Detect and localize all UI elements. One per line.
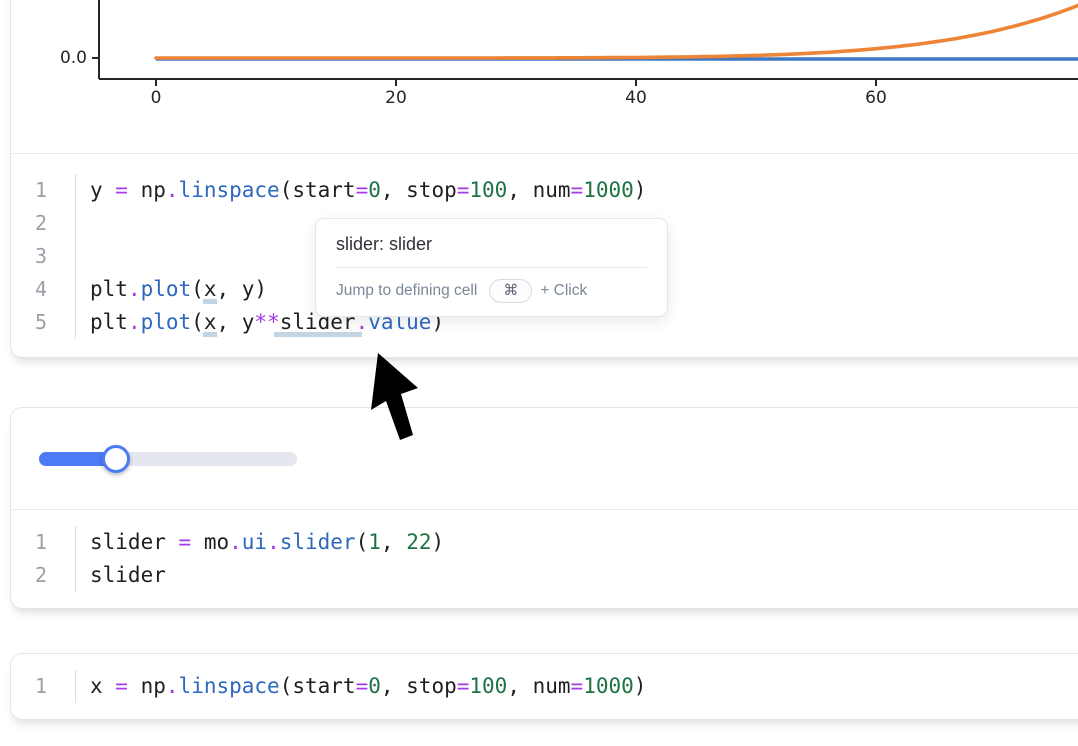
code-token: slider: [90, 530, 179, 554]
tooltip-click-suffix: + Click: [540, 282, 587, 300]
matplotlib-output: 0 20 40 60 0.0: [11, 0, 1078, 154]
code-token: =: [179, 530, 192, 554]
code-token: ): [634, 674, 647, 698]
code-token: np: [128, 178, 166, 202]
code-token: =: [115, 178, 128, 202]
command-key-badge: ⌘: [489, 279, 532, 303]
code-editor[interactable]: 12 slider = mo.ui.slider(1, 22)slider: [11, 510, 1078, 608]
line-number: 1: [11, 526, 47, 559]
tooltip-action-label: Jump to defining cell: [336, 282, 477, 300]
code-token: np: [128, 674, 166, 698]
line-number: 2: [11, 559, 47, 592]
matplotlib-plot: 0 20 40 60 0.0: [11, 0, 1078, 154]
code-token: **: [254, 310, 279, 334]
code-token: (: [356, 530, 369, 554]
code-token: 100: [469, 674, 507, 698]
code-token: , y: [216, 310, 254, 334]
code-token: .: [229, 530, 242, 554]
code-token: 100: [469, 178, 507, 202]
code-token: ,: [381, 530, 406, 554]
code-token: .: [128, 277, 141, 301]
slider-output: [11, 408, 1078, 510]
code-token: slider: [90, 563, 166, 587]
notebook-cell-x: 1 x = np.linspace(start=0, stop=100, num…: [10, 653, 1078, 720]
code-token: plt: [90, 310, 128, 334]
code-token: 0: [368, 178, 381, 202]
code-token: ): [431, 530, 444, 554]
code-line[interactable]: y = np.linspace(start=0, stop=100, num=1…: [90, 174, 646, 207]
code-token: plt: [90, 277, 128, 301]
line-number: 1: [11, 174, 47, 207]
y-tick-label: 0.0: [60, 48, 87, 68]
code-token: , y): [216, 277, 267, 301]
line-number: 2: [11, 207, 47, 240]
x-tick-label: 40: [625, 88, 647, 108]
code-content[interactable]: slider = mo.ui.slider(1, 22)slider: [75, 526, 444, 592]
mouse-cursor-icon: [360, 344, 424, 448]
code-content[interactable]: x = np.linspace(start=0, stop=100, num=1…: [75, 670, 646, 703]
x-tick-label: 20: [385, 88, 407, 108]
code-token: mo: [191, 530, 229, 554]
slider-handle[interactable]: [102, 445, 130, 473]
slider-track[interactable]: [39, 452, 297, 466]
code-token: plot: [141, 277, 192, 301]
code-token: slider: [280, 530, 356, 554]
code-token: =: [457, 178, 470, 202]
code-token: .: [166, 674, 179, 698]
code-token: (start: [280, 674, 356, 698]
code-token: (: [191, 310, 204, 334]
code-line[interactable]: x = np.linspace(start=0, stop=100, num=1…: [90, 670, 646, 703]
tooltip-action-row: Jump to defining cell ⌘ + Click: [336, 279, 647, 303]
code-token: .: [166, 178, 179, 202]
code-token: , stop: [381, 178, 457, 202]
variable-reference[interactable]: x: [204, 310, 217, 334]
code-line[interactable]: slider = mo.ui.slider(1, 22): [90, 526, 444, 559]
tooltip-title: slider: slider: [336, 234, 647, 255]
line-number: 3: [11, 240, 47, 273]
code-token: , num: [507, 178, 570, 202]
variable-tooltip: slider: slider Jump to defining cell ⌘ +…: [315, 218, 668, 317]
code-token: =: [571, 178, 584, 202]
code-token: linspace: [179, 674, 280, 698]
code-line[interactable]: slider: [90, 559, 444, 592]
variable-reference[interactable]: x: [204, 277, 217, 301]
code-token: , stop: [381, 674, 457, 698]
code-token: 22: [406, 530, 431, 554]
line-number-gutter: 12: [11, 526, 47, 592]
code-token: linspace: [179, 178, 280, 202]
code-token: ui: [242, 530, 267, 554]
code-token: .: [267, 530, 280, 554]
tooltip-divider: [336, 267, 647, 268]
x-tick-label: 0: [151, 88, 162, 108]
x-tick-label: 60: [865, 88, 887, 108]
code-token: =: [356, 178, 369, 202]
code-token: x: [90, 674, 115, 698]
code-token: .: [128, 310, 141, 334]
code-token: =: [356, 674, 369, 698]
series-line-orange: [156, 2, 1078, 58]
line-number: 4: [11, 273, 47, 306]
code-editor[interactable]: 1 x = np.linspace(start=0, stop=100, num…: [11, 654, 1078, 719]
code-token: 1000: [583, 674, 634, 698]
code-token: 1000: [583, 178, 634, 202]
notebook-cell-slider: 12 slider = mo.ui.slider(1, 22)slider: [10, 407, 1078, 609]
code-token: =: [115, 674, 128, 698]
line-number-gutter: 12345: [11, 174, 47, 339]
code-token: (: [191, 277, 204, 301]
code-token: 1: [368, 530, 381, 554]
line-number: 1: [11, 670, 47, 703]
line-number-gutter: 1: [11, 670, 47, 703]
code-token: , num: [507, 674, 570, 698]
code-token: 0: [368, 674, 381, 698]
code-token: ): [634, 178, 647, 202]
code-token: =: [571, 674, 584, 698]
code-token: =: [457, 674, 470, 698]
code-token: y: [90, 178, 115, 202]
code-token: (start: [280, 178, 356, 202]
code-token: plot: [141, 310, 192, 334]
line-number: 5: [11, 306, 47, 339]
